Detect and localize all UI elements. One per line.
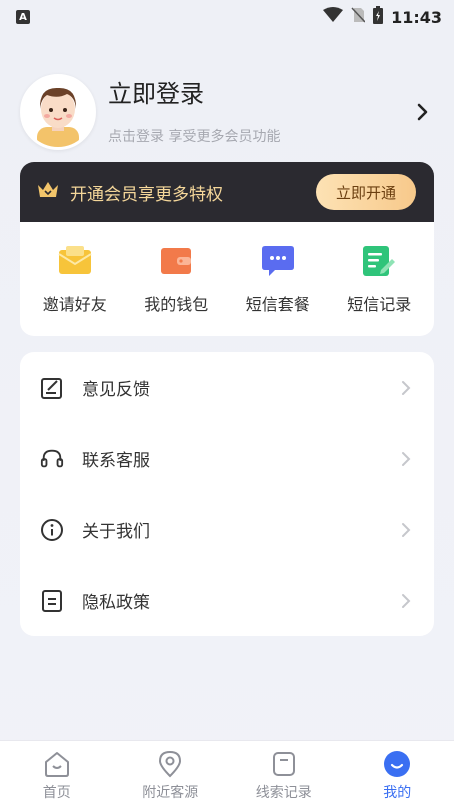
chevron-right-icon	[402, 593, 411, 608]
menu-item-label: 联系客服	[82, 451, 150, 471]
menu-item-customer-service[interactable]: 联系客服	[20, 423, 434, 494]
feature-invite-friends[interactable]: 邀请好友	[25, 243, 125, 315]
feature-sms-package[interactable]: 短信套餐	[228, 243, 328, 315]
menu-item-label: 隐私政策	[82, 593, 150, 613]
tab-label: 首页	[42, 785, 71, 801]
wallet-icon	[158, 243, 194, 279]
status-bar: A 11:43	[0, 0, 454, 34]
clock-time: 11:43	[391, 7, 442, 27]
document-icon	[40, 589, 64, 613]
status-indicators: 11:43	[323, 6, 442, 28]
message-bubble-icon	[260, 243, 296, 279]
battery-icon	[373, 6, 384, 28]
menu-item-about-us[interactable]: 关于我们	[20, 494, 434, 565]
tab-lead-records[interactable]: 线索记录	[234, 750, 334, 802]
bottom-tab-bar: 首页 附近客源 线索记录 我的	[0, 740, 454, 811]
feedback-icon	[40, 376, 64, 400]
envelope-icon	[57, 243, 93, 279]
settings-menu: 意见反馈 联系客服 关于我们 隐私政策	[20, 352, 434, 636]
info-icon	[40, 518, 64, 542]
feature-my-wallet[interactable]: 我的钱包	[126, 243, 226, 315]
chevron-right-icon	[402, 451, 411, 466]
profile-icon	[383, 750, 411, 778]
chevron-right-icon	[402, 380, 411, 395]
crown-icon	[36, 180, 60, 204]
feature-row: 邀请好友 我的钱包 短信套餐 短信记录	[20, 222, 434, 336]
home-icon	[43, 750, 71, 778]
note-edit-icon	[361, 243, 397, 279]
chevron-right-icon[interactable]	[410, 100, 434, 124]
location-pin-icon	[156, 750, 184, 778]
menu-item-privacy-policy[interactable]: 隐私政策	[20, 565, 434, 636]
tab-mine[interactable]: 我的	[347, 750, 447, 802]
feature-sms-records[interactable]: 短信记录	[329, 243, 429, 315]
wifi-icon	[323, 7, 344, 27]
vip-banner-text: 开通会员享更多特权	[70, 184, 223, 205]
record-icon	[270, 750, 298, 778]
vip-card: 开通会员享更多特权 立即开通 邀请好友 我的钱包 短信套餐 短信记录	[20, 162, 434, 336]
feature-label: 短信套餐	[245, 295, 310, 314]
menu-item-label: 关于我们	[82, 522, 150, 542]
feature-label: 短信记录	[347, 295, 412, 314]
feature-label: 邀请好友	[42, 295, 107, 314]
tab-label: 附近客源	[142, 785, 199, 801]
profile-login-row[interactable]: 立即登录 点击登录 享受更多会员功能	[20, 72, 434, 152]
app-notification-icon: A	[16, 10, 30, 24]
tab-nearby-customers[interactable]: 附近客源	[120, 750, 220, 802]
tab-label: 我的	[383, 785, 412, 801]
feature-label: 我的钱包	[144, 295, 209, 314]
vip-banner: 开通会员享更多特权 立即开通	[20, 162, 434, 222]
chevron-right-icon	[402, 522, 411, 537]
login-subtitle: 点击登录 享受更多会员功能	[108, 129, 281, 145]
open-vip-button[interactable]: 立即开通	[316, 174, 416, 210]
tab-home[interactable]: 首页	[7, 750, 107, 802]
menu-item-label: 意见反馈	[82, 380, 150, 400]
menu-item-feedback[interactable]: 意见反馈	[20, 352, 434, 423]
avatar[interactable]	[20, 74, 96, 150]
headset-icon	[40, 447, 64, 471]
tab-label: 线索记录	[255, 785, 312, 801]
no-sim-icon	[351, 7, 366, 27]
login-title[interactable]: 立即登录	[108, 78, 410, 110]
